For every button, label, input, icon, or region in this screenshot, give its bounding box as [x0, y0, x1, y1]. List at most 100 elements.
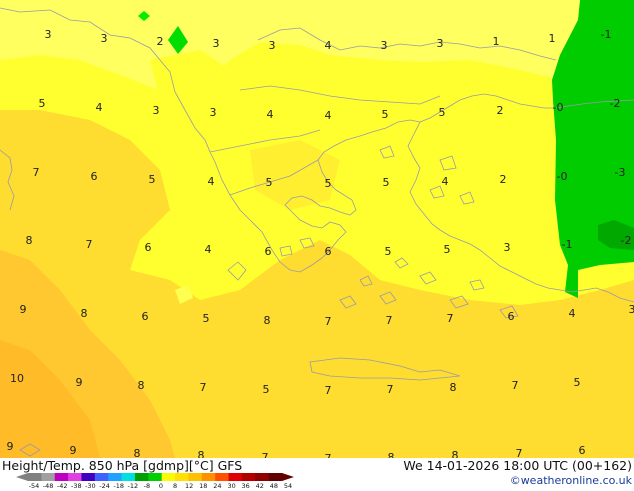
temp-value: 9 [70, 444, 77, 457]
colorbar-label: -24 [99, 483, 110, 490]
colorbar-segment [215, 473, 229, 481]
colorbar-segment [108, 473, 122, 481]
colorbar-segment [162, 473, 176, 481]
temp-value: 4 [325, 109, 332, 122]
source-credit[interactable]: ©weatheronline.co.uk [510, 474, 632, 487]
temp-value: 4 [205, 243, 212, 256]
temp-value: 4 [442, 175, 449, 188]
temp-value: 5 [444, 243, 451, 256]
temp-value: 5 [149, 173, 156, 186]
colorbar-segment [255, 473, 269, 481]
temp-value: -0 [557, 170, 568, 183]
colorbar-label: -54 [29, 483, 40, 490]
temp-value: 5 [439, 106, 446, 119]
temp-value: 7 [325, 315, 332, 328]
temp-value: 8 [134, 447, 141, 458]
temp-value: 6 [145, 241, 152, 254]
temp-value: 5 [382, 108, 389, 121]
temp-value: 7 [516, 447, 523, 458]
temp-value: 8 [452, 449, 459, 458]
colorbar-label: -42 [57, 483, 68, 490]
temp-value: 7 [262, 451, 269, 458]
colorbar-label: -18 [113, 483, 124, 490]
temp-value: 5 [203, 312, 210, 325]
temp-value: 3 [45, 28, 52, 41]
colorbar-segment [81, 473, 95, 481]
temp-value: 6 [265, 245, 272, 258]
temp-value: 3 [629, 303, 634, 316]
temp-value: 9 [20, 303, 27, 316]
colorbar-segment [148, 473, 162, 481]
map-title: Height/Temp. 850 hPa [gdmp][°C] GFS [2, 458, 242, 473]
temp-value: 4 [569, 307, 576, 320]
colorbar-segment [175, 473, 189, 481]
temp-value: 8 [198, 449, 205, 458]
colorbar-label: 42 [256, 483, 264, 490]
temp-value: -2 [621, 234, 632, 247]
temp-value: 5 [263, 383, 270, 396]
colorbar-label: 0 [159, 483, 163, 490]
temp-value: 3 [381, 39, 388, 52]
temp-value: 7 [386, 314, 393, 327]
temp-value: 3 [101, 32, 108, 45]
temp-value: -1 [562, 238, 573, 251]
temp-value: -2 [610, 97, 621, 110]
colorbar-segment [202, 473, 216, 481]
temp-value: 3 [153, 104, 160, 117]
temp-value: 6 [325, 245, 332, 258]
colorbar-label: -48 [43, 483, 54, 490]
temp-value: 8 [264, 314, 271, 327]
temp-value: 4 [96, 101, 103, 114]
temp-value: 3 [210, 106, 217, 119]
temp-value: 3 [504, 241, 511, 254]
temp-value: 6 [91, 170, 98, 183]
temp-value: 6 [142, 310, 149, 323]
temp-value: 5 [39, 97, 46, 110]
temp-value: 9 [76, 376, 83, 389]
temp-value: 8 [26, 234, 33, 247]
temp-value: 8 [388, 451, 395, 458]
colorbar-label: 24 [213, 483, 221, 490]
temp-value: 9 [7, 440, 14, 453]
temp-value: 8 [81, 307, 88, 320]
colorbar-label: 12 [185, 483, 193, 490]
colorbar-segment [68, 473, 82, 481]
temp-value: 1 [493, 35, 500, 48]
temp-value: 4 [208, 175, 215, 188]
colorbar-segment [55, 473, 69, 481]
temp-value: 8 [450, 381, 457, 394]
colorbar-label: -8 [144, 483, 150, 490]
weather-map: 3323343311-1543344552-0-2765455542-0-387… [0, 0, 634, 458]
temp-value: 3 [437, 37, 444, 50]
colorbar-label: 48 [270, 483, 278, 490]
temp-value: 7 [387, 383, 394, 396]
colorbar-label: 54 [284, 483, 292, 490]
temp-value: 2 [157, 35, 164, 48]
temp-value: 4 [267, 108, 274, 121]
temp-value: 7 [200, 381, 207, 394]
colorbar-segment [242, 473, 256, 481]
temp-value: -3 [615, 166, 626, 179]
colorbar-segment [269, 473, 283, 481]
colorbar-label: 18 [199, 483, 207, 490]
temp-value: 5 [266, 176, 273, 189]
temp-value: 4 [325, 39, 332, 52]
temp-value: 2 [497, 104, 504, 117]
colorbar-segment [28, 473, 42, 481]
colorbar-segment [95, 473, 109, 481]
map-canvas: 3323343311-1543344552-0-2765455542-0-387… [0, 0, 634, 458]
colorbar-segment [122, 473, 136, 481]
colorbar-segment [135, 473, 149, 481]
map-footer: Height/Temp. 850 hPa [gdmp][°C] GFS We 1… [0, 458, 634, 490]
forecast-datetime: We 14-01-2026 18:00 UTC (00+162) [403, 458, 632, 473]
temp-value: 7 [512, 379, 519, 392]
temp-value: 7 [447, 312, 454, 325]
temp-value: 5 [383, 176, 390, 189]
colorbar-label: -38 [71, 483, 82, 490]
colorbar-segment [41, 473, 55, 481]
colorbar-label: -30 [85, 483, 96, 490]
colorbar-arrow-left [16, 473, 28, 481]
temp-value: 2 [500, 173, 507, 186]
colorbar-segment [188, 473, 202, 481]
colorbar-label: -12 [127, 483, 138, 490]
